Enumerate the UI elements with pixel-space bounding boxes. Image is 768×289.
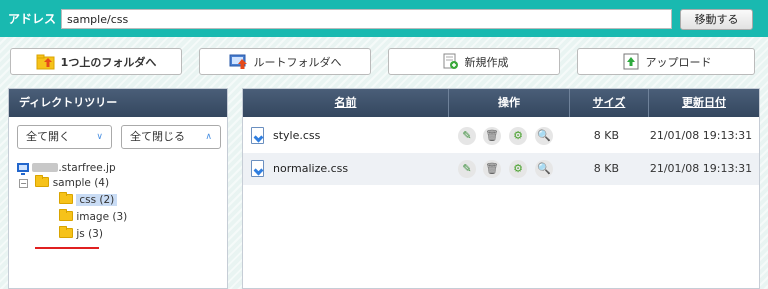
column-date-header[interactable]: 更新日付 xyxy=(649,89,759,117)
redacted-domain xyxy=(32,163,59,172)
new-create-button[interactable]: 新規作成 xyxy=(388,48,560,75)
directory-tree-panel: ディレクトリツリー 全て開く ∨ 全て閉じる ∧ .starfree.jp − … xyxy=(8,88,228,289)
edit-icon[interactable]: ✎ xyxy=(458,127,476,145)
root-folder-button[interactable]: ルートフォルダへ xyxy=(199,48,371,75)
file-table-header: 名前 操作 サイズ 更新日付 xyxy=(243,89,759,117)
css-file-icon xyxy=(251,160,264,177)
new-file-icon xyxy=(440,53,460,70)
tree-node-js-label: js (3) xyxy=(76,228,103,240)
root-folder-icon xyxy=(229,53,249,70)
up-folder-label: 1つ上のフォルダへ xyxy=(60,55,157,69)
folder-up-icon xyxy=(36,53,56,70)
tree-node-root[interactable]: .starfree.jp xyxy=(17,161,227,176)
expand-all-select[interactable]: 全て開く ∨ xyxy=(17,125,112,149)
table-row[interactable]: normalize.css ✎ 🗑 ⚙ 🔍 8 KB 21/01/08 19:1… xyxy=(243,153,759,185)
folder-icon xyxy=(59,192,73,204)
gear-icon[interactable]: ⚙ xyxy=(509,127,527,145)
row-actions: ✎ 🗑 ⚙ 🔍 xyxy=(458,127,558,145)
selection-underline xyxy=(35,247,99,249)
tree-node-image[interactable]: image (3) xyxy=(17,209,227,225)
tree-node-js[interactable]: js (3) xyxy=(17,226,227,242)
folder-icon xyxy=(59,226,73,238)
computer-icon xyxy=(17,163,29,175)
chevron-down-icon: ∨ xyxy=(96,132,103,142)
address-label: アドレス xyxy=(8,12,57,26)
trash-icon[interactable]: 🗑 xyxy=(483,127,501,145)
file-name[interactable]: style.css xyxy=(273,120,320,152)
column-ops-header: 操作 xyxy=(498,96,520,109)
tree-controls: 全て開く ∨ 全て閉じる ∧ xyxy=(17,125,221,149)
collapse-all-label: 全て閉じる xyxy=(130,130,185,143)
chevron-up-icon: ∧ xyxy=(205,132,212,142)
trash-icon[interactable]: 🗑 xyxy=(483,160,501,178)
address-bar: アドレス 移動する xyxy=(0,0,768,37)
tree-node-css[interactable]: css (2) xyxy=(17,192,227,208)
up-folder-button[interactable]: 1つ上のフォルダへ xyxy=(10,48,182,75)
tree-node-image-label: image (3) xyxy=(76,211,128,223)
tree-node-css-label: css (2) xyxy=(76,194,118,206)
root-folder-label: ルートフォルダへ xyxy=(253,55,342,69)
search-icon[interactable]: 🔍 xyxy=(535,127,553,145)
file-size: 8 KB xyxy=(593,162,619,175)
address-input[interactable] xyxy=(61,9,672,29)
new-create-label: 新規作成 xyxy=(464,55,509,69)
row-actions: ✎ 🗑 ⚙ 🔍 xyxy=(458,160,558,178)
column-size-header[interactable]: サイズ xyxy=(570,89,648,117)
collapse-toggle-icon[interactable]: − xyxy=(19,179,28,188)
directory-tree-title: ディレクトリツリー xyxy=(9,89,227,117)
edit-icon[interactable]: ✎ xyxy=(458,160,476,178)
folder-icon xyxy=(59,209,73,221)
table-row[interactable]: style.css ✎ 🗑 ⚙ 🔍 8 KB 21/01/08 19:13:31 xyxy=(243,120,759,152)
file-date: 21/01/08 19:13:31 xyxy=(649,162,753,175)
file-size: 8 KB xyxy=(593,129,619,142)
file-name[interactable]: normalize.css xyxy=(273,153,348,185)
column-name-header[interactable]: 名前 xyxy=(243,89,448,117)
tree-node-root-label: .starfree.jp xyxy=(58,162,116,174)
expand-all-label: 全て開く xyxy=(26,130,70,143)
file-list-panel: 名前 操作 サイズ 更新日付 style.css ✎ 🗑 ⚙ 🔍 8 KB 21… xyxy=(242,88,760,289)
file-date: 21/01/08 19:13:31 xyxy=(649,129,753,142)
upload-button[interactable]: アップロード xyxy=(577,48,755,75)
directory-tree: .starfree.jp − sample (4) css (2) image … xyxy=(17,161,227,242)
upload-label: アップロード xyxy=(645,55,712,69)
tree-node-sample[interactable]: − sample (4) xyxy=(17,175,227,191)
css-file-icon xyxy=(251,127,264,144)
gear-icon[interactable]: ⚙ xyxy=(509,160,527,178)
search-icon[interactable]: 🔍 xyxy=(535,160,553,178)
move-button[interactable]: 移動する xyxy=(680,9,753,30)
tree-node-sample-label: sample (4) xyxy=(52,177,110,189)
folder-icon xyxy=(35,175,50,187)
collapse-all-select[interactable]: 全て閉じる ∧ xyxy=(121,125,221,149)
upload-icon xyxy=(621,53,641,70)
